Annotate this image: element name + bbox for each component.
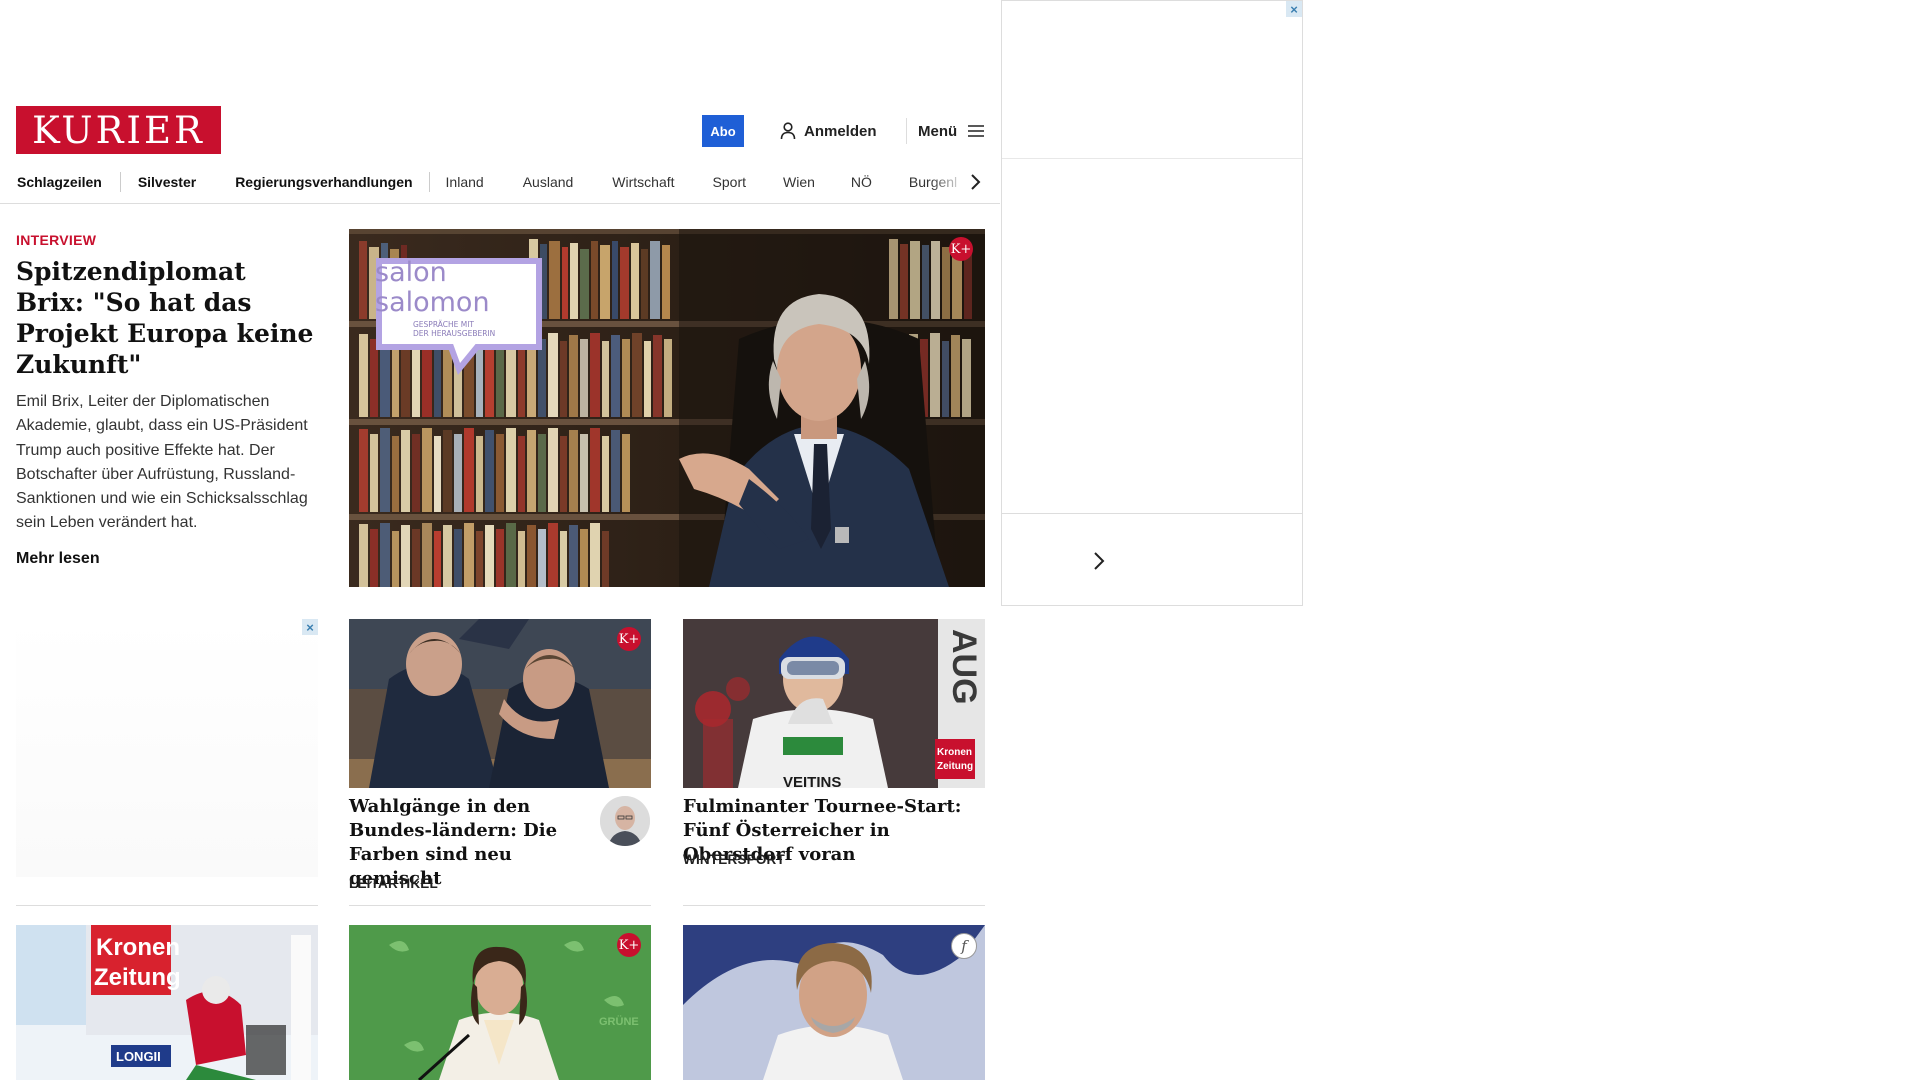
ad-close-icon[interactable]: × [1286, 1, 1302, 17]
card-image-tournee[interactable]: AUG Kronen Zeitung VEITINS [683, 619, 985, 788]
banner-sponsor-1: Kronen [937, 747, 972, 758]
read-more-link[interactable]: Mehr lesen [16, 550, 321, 568]
ad-divider [1002, 158, 1302, 159]
nav-item-wirtschaft[interactable]: Wirtschaft [612, 174, 674, 190]
hamburger-icon [968, 125, 985, 137]
overlay-sub-2: DER HERAUSGEBERIN [413, 329, 495, 338]
user-icon [780, 122, 796, 140]
nav-divider [428, 172, 430, 192]
divider [16, 905, 318, 906]
hero-kicker: INTERVIEW [16, 232, 97, 248]
nav-item-inland[interactable]: Inland [446, 174, 484, 190]
banner-longines: LONGII [116, 1049, 161, 1064]
kplus-badge: K+ [617, 933, 641, 957]
overlay-sub-1: GESPRÄCHE MIT [413, 320, 474, 329]
card-image-craig[interactable]: f [683, 925, 985, 1080]
card-image-skirace[interactable]: Kronen Zeitung LONGII [16, 925, 318, 1080]
nav-item-sport[interactable]: Sport [713, 174, 746, 190]
hero-article[interactable]: INTERVIEW Spitzendiplomat Brix: "So hat … [16, 232, 321, 568]
overlay-text-salon: salon [375, 257, 447, 288]
kplus-badge: K+ [949, 237, 973, 261]
nav-item-regierungsverhandlungen[interactable]: Regierungsverhandlungen [235, 174, 412, 190]
nav-item-wien[interactable]: Wien [783, 174, 815, 190]
author-avatar [600, 796, 650, 846]
chevron-right-icon[interactable] [1087, 549, 1111, 573]
divider [683, 905, 985, 906]
section-nav: Schlagzeilen Silvester Regierungsverhand… [0, 160, 1000, 204]
f-badge: f [951, 933, 977, 959]
ad-close-icon[interactable]: × [302, 619, 318, 635]
site-header: KURIER Abo Anmelden Menü [0, 100, 1000, 160]
nav-divider [119, 172, 121, 192]
ad-divider [1002, 513, 1302, 514]
overlay-text-salomon: salomon [375, 287, 490, 318]
banner-sponsor-2: Zeitung [94, 964, 181, 991]
header-divider [906, 118, 907, 144]
nav-item-noe[interactable]: NÖ [851, 174, 872, 190]
kplus-badge: K+ [617, 627, 641, 651]
banner-sponsor-1: Kronen [96, 934, 180, 961]
hero-headline[interactable]: Spitzendiplomat Brix: "So hat das Projek… [16, 256, 321, 380]
menu-button[interactable]: Menü [918, 120, 985, 142]
card-kicker-wintersport: WINTERSPORT [683, 852, 785, 867]
hero-image[interactable]: salon salomon GESPRÄCHE MIT DER HERAUSGE… [349, 229, 985, 587]
bib-text-veltins: VEITINS [783, 774, 841, 788]
chevron-right-icon[interactable] [965, 172, 985, 192]
login-button[interactable]: Anmelden [780, 120, 877, 142]
menu-label: Menü [918, 122, 958, 140]
nav-item-ausland[interactable]: Ausland [523, 174, 574, 190]
login-label: Anmelden [804, 122, 877, 140]
bg-text-gruene: GRÜNE [599, 1015, 639, 1028]
nav-item-schlagzeilen[interactable]: Schlagzeilen [17, 174, 102, 190]
hero-lead: Emil Brix, Leiter der Diplomatischen Aka… [16, 393, 308, 532]
banner-text-aug: AUG [945, 629, 983, 705]
banner-sponsor-2: Zeitung [937, 761, 973, 772]
card-image-wahlgaenge[interactable]: K+ [349, 619, 651, 788]
ad-slot-right[interactable]: × [1001, 0, 1303, 606]
kurier-logo[interactable]: KURIER [16, 106, 221, 154]
nav-item-silvester[interactable]: Silvester [138, 174, 196, 190]
card-image-gruene[interactable]: GRÜNE K+ [349, 925, 651, 1080]
card-kicker-leitartikel: LEITARTIKEL [349, 876, 438, 891]
top-ad-slot [0, 0, 1000, 100]
divider [349, 905, 651, 906]
abo-button[interactable]: Abo [702, 115, 744, 147]
ad-slot-left[interactable]: × [16, 619, 318, 877]
